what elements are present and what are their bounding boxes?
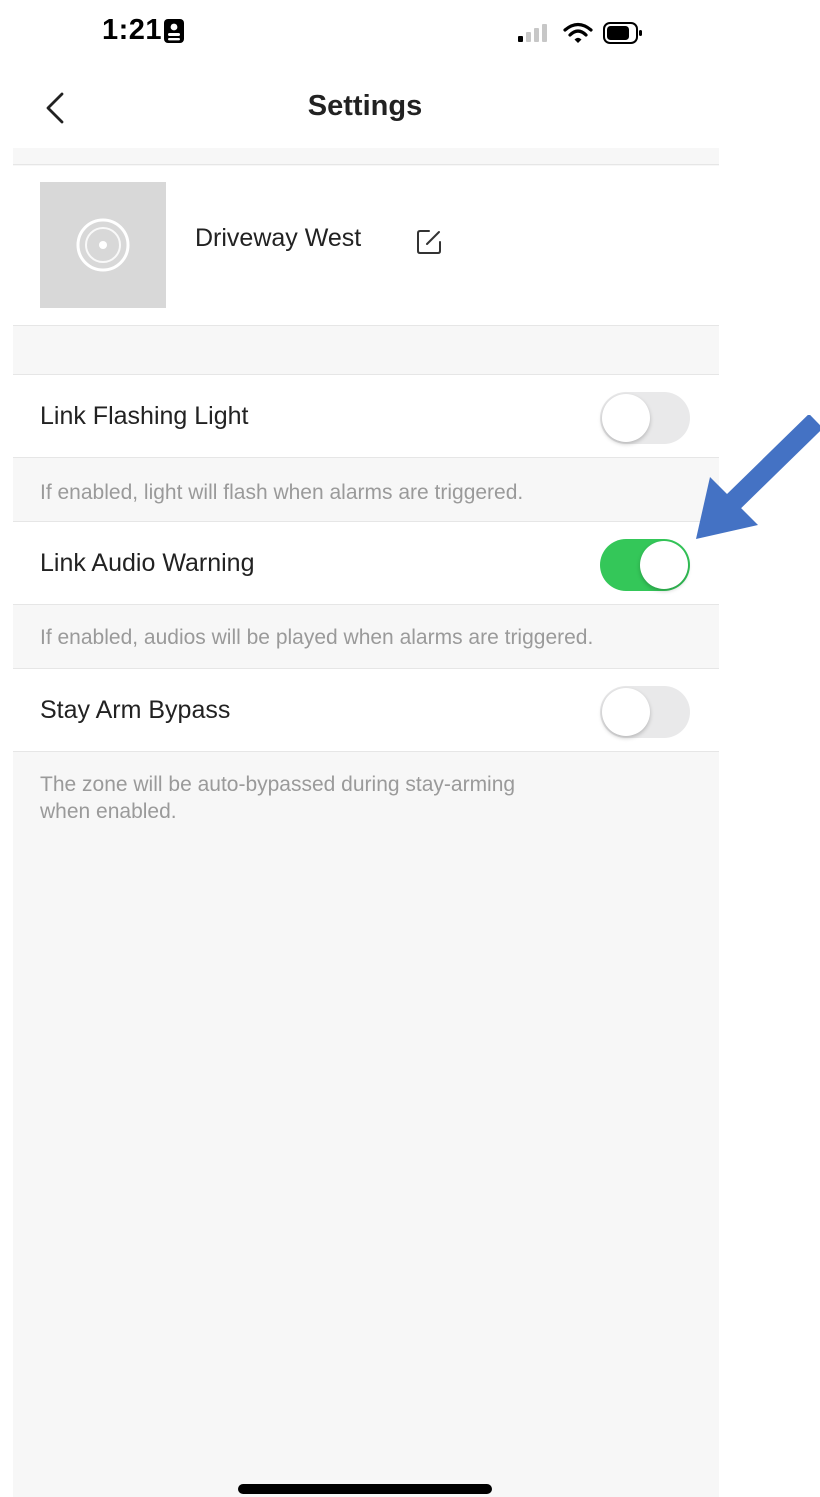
edit-icon[interactable] (415, 228, 443, 256)
settings-content: Driveway West Link Flashing Light If ena… (13, 148, 719, 1497)
setting-hint: If enabled, audios will be played when a… (40, 626, 594, 649)
home-indicator (238, 1484, 492, 1494)
signal-icon (518, 24, 547, 42)
hint-line: when enabled. (40, 800, 177, 823)
toggle-knob (602, 394, 650, 442)
setting-row-link-audio-warning: Link Audio Warning (13, 521, 719, 605)
setting-label: Link Audio Warning (40, 549, 255, 577)
toggle-knob (640, 541, 688, 589)
camera-sensor-icon (76, 218, 130, 272)
device-thumbnail (40, 182, 166, 308)
toggle-knob (602, 688, 650, 736)
stay-arm-bypass-toggle[interactable] (600, 686, 690, 738)
setting-hint: If enabled, light will flash when alarms… (40, 481, 524, 504)
link-audio-warning-toggle[interactable] (600, 539, 690, 591)
badge-icon (164, 19, 184, 43)
nav-bar: Settings (0, 66, 720, 148)
setting-label: Stay Arm Bypass (40, 696, 231, 724)
top-divider-band (13, 148, 719, 165)
page-title: Settings (307, 90, 423, 122)
setting-label: Link Flashing Light (40, 402, 249, 430)
wifi-icon (563, 22, 593, 43)
setting-hint-multiline: The zone will be auto-bypassed during st… (40, 771, 515, 825)
settings-screen: 1:21 Settings Driveway West Link Flashin… (0, 0, 820, 1497)
device-name: Driveway West (195, 224, 362, 252)
status-bar: 1:21 (0, 0, 720, 64)
device-card: Driveway West (13, 166, 719, 326)
setting-row-link-flashing-light: Link Flashing Light (13, 374, 719, 458)
hint-line: The zone will be auto-bypassed during st… (40, 773, 516, 796)
battery-icon (603, 22, 642, 44)
link-flashing-light-toggle[interactable] (600, 392, 690, 444)
setting-row-stay-arm-bypass: Stay Arm Bypass (13, 668, 719, 752)
status-time: 1:21 (102, 14, 163, 46)
